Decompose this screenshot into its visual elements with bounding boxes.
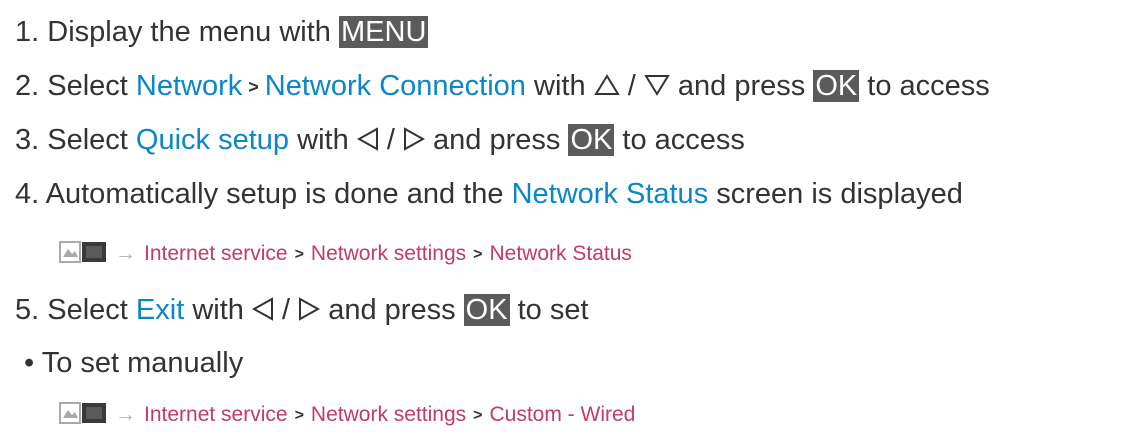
triangle-left-icon xyxy=(356,127,378,152)
triangle-left-icon xyxy=(251,297,273,322)
ok-key: OK xyxy=(568,124,615,156)
ok-key: OK xyxy=(813,70,860,102)
with-text: with xyxy=(297,124,349,156)
step-text: Display the menu with xyxy=(47,16,331,48)
separator-chevron: > xyxy=(473,246,483,263)
separator-chevron: > xyxy=(294,246,304,263)
post-text: to set xyxy=(517,294,589,326)
reference-network-status: → Internet service > Network settings > Netwo… xyxy=(59,241,632,269)
step-text: Select xyxy=(47,294,128,326)
post-text: to access xyxy=(622,124,745,156)
step-number: 1. xyxy=(15,16,40,48)
slash-text: / xyxy=(386,124,395,156)
post-text: screen is displayed xyxy=(716,178,963,210)
ok-key: OK xyxy=(463,294,510,326)
triangle-right-icon xyxy=(299,297,321,322)
internet-service-link[interactable]: Internet service xyxy=(144,403,288,426)
network-link[interactable]: Network xyxy=(136,70,242,102)
reference-custom-wired: → Internet service > Network settings > Custo… xyxy=(59,402,635,430)
network-settings-link[interactable]: Network settings xyxy=(311,403,466,426)
press-text: and press xyxy=(328,294,456,326)
network-settings-link[interactable]: Network settings xyxy=(311,242,466,265)
step-5: 5. Select Exit with / and press OK to se… xyxy=(15,292,589,328)
network-connection-link[interactable]: Network Connection xyxy=(265,70,526,102)
bullet-text: To set manually xyxy=(41,347,244,379)
step-number: 3. xyxy=(15,124,40,156)
separator-chevron: > xyxy=(473,407,483,424)
triangle-down-icon xyxy=(644,75,670,97)
press-text: and press xyxy=(433,124,561,156)
ebook-icon xyxy=(59,402,106,425)
step-number: 5. xyxy=(15,294,40,326)
step-number: 4. xyxy=(15,178,40,210)
internet-service-link[interactable]: Internet service xyxy=(144,242,288,265)
step-4: 4. Automatically setup is done and the N… xyxy=(15,176,963,212)
separator-chevron: > xyxy=(294,407,304,424)
step-number: 2. xyxy=(15,70,40,102)
step-text: Select xyxy=(47,124,128,156)
menu-key: MENU xyxy=(339,16,429,48)
network-status-link[interactable]: Network Status xyxy=(512,178,709,210)
bullet-mark: • xyxy=(24,347,35,379)
press-text: and press xyxy=(677,70,806,102)
step-2: 2. Select Network > Network Connection wit… xyxy=(15,68,990,107)
triangle-right-icon xyxy=(403,127,425,152)
arrow-icon: → xyxy=(115,242,136,265)
slash-text: / xyxy=(627,70,636,102)
arrow-icon: → xyxy=(115,403,136,426)
triangle-up-icon xyxy=(593,74,620,96)
step-text: Automatically setup is done and the xyxy=(45,178,504,210)
exit-link[interactable]: Exit xyxy=(136,294,184,326)
post-text: to access xyxy=(867,70,990,102)
quick-setup-link[interactable]: Quick setup xyxy=(136,124,289,156)
ebook-icon xyxy=(59,241,106,264)
step-text: Select xyxy=(47,70,128,102)
step-1: 1. Display the menu with MENU xyxy=(15,14,429,50)
custom-wired-link[interactable]: Custom - Wired xyxy=(490,403,636,426)
separator-chevron: > xyxy=(248,77,259,97)
with-text: with xyxy=(192,294,244,326)
bullet-item: • To set manually xyxy=(24,345,243,381)
network-status-ref-link[interactable]: Network Status xyxy=(490,242,632,265)
slash-text: / xyxy=(282,294,291,326)
with-text: with xyxy=(534,70,586,102)
step-3: 3. Select Quick setup with / and press O… xyxy=(15,122,745,158)
